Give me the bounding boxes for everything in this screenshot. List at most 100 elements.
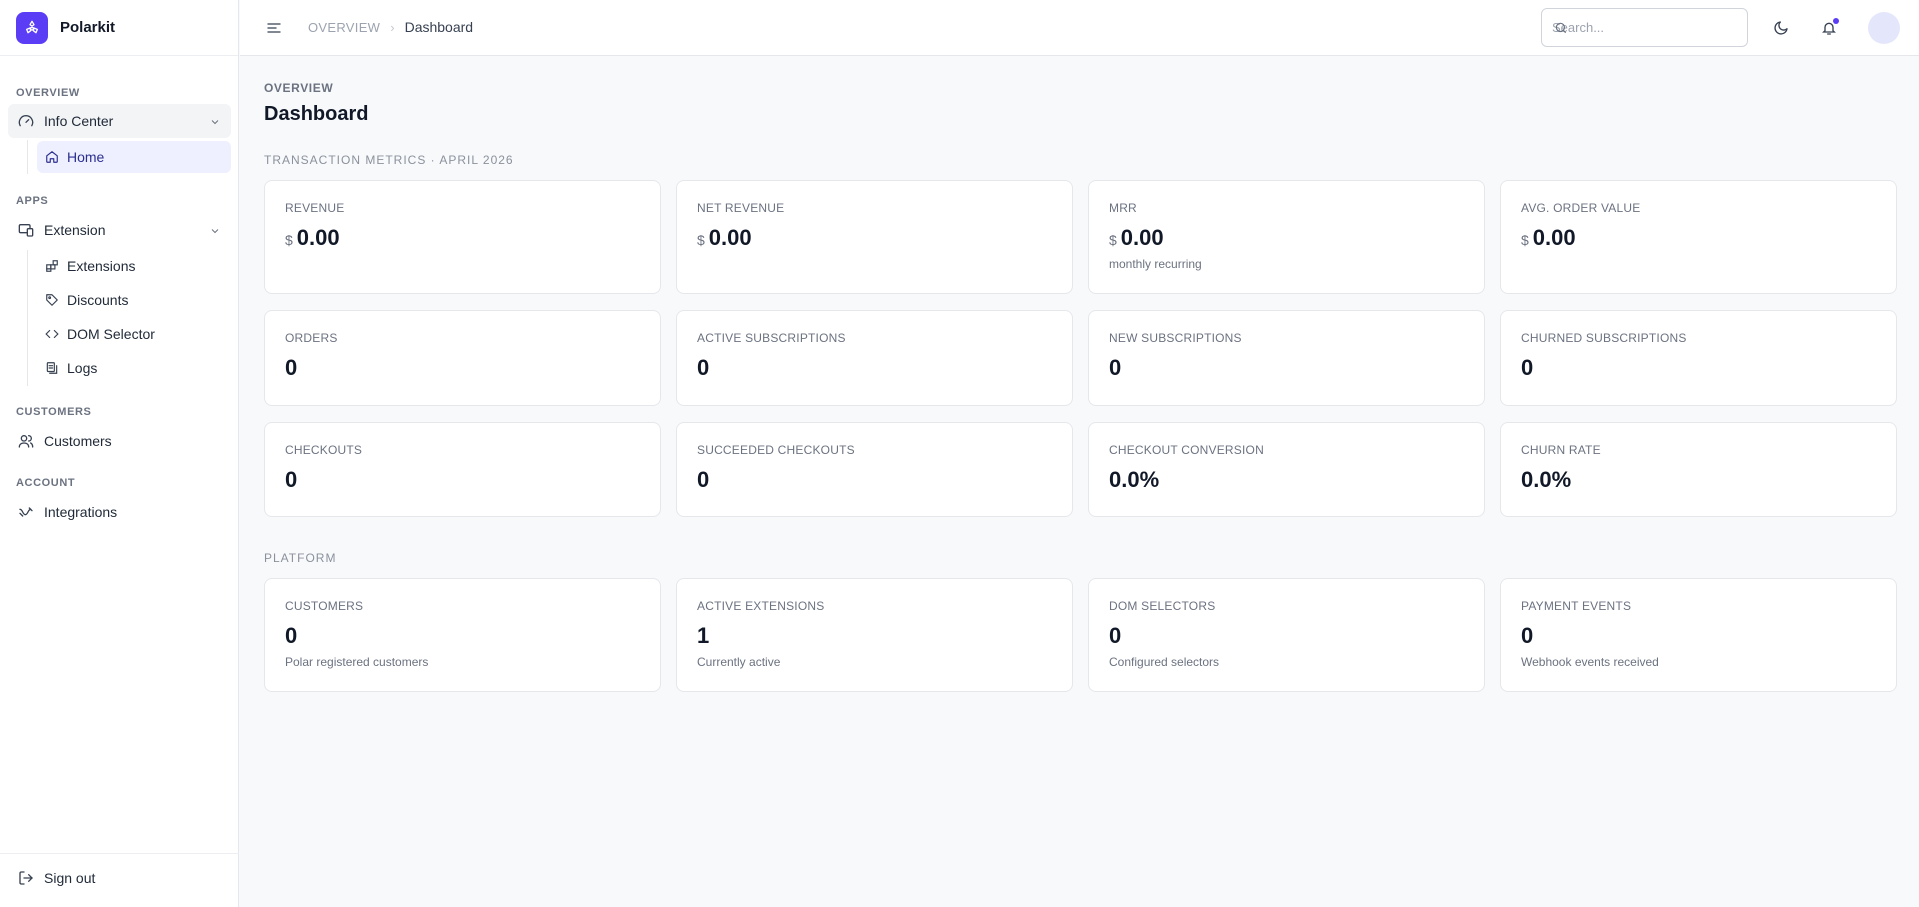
metric-label: CUSTOMERS — [285, 599, 364, 613]
metric-subtext: Configured selectors — [1109, 655, 1220, 669]
section-platform: PLATFORM — [264, 551, 337, 565]
metric-value: 0 — [285, 623, 298, 648]
metric-label: ACTIVE EXTENSIONS — [697, 599, 825, 613]
page-title: Dashboard — [264, 103, 369, 125]
metric-label: ACTIVE SUBSCRIPTIONS — [697, 331, 846, 345]
cable-icon — [18, 504, 34, 520]
sidebar-item-label: Integrations — [44, 504, 118, 520]
metric-card-churn-rate: CHURN RATE 0.0% — [1500, 422, 1897, 517]
sign-out-button[interactable]: Sign out — [8, 861, 231, 895]
section-customers: CUSTOMERS — [16, 406, 92, 418]
platform-card-dom-selectors: DOM SELECTORS 0 Configured selectors — [1088, 578, 1485, 692]
blocks-icon — [45, 259, 59, 273]
metric-label: MRR — [1109, 201, 1137, 215]
metric-card-mrr: MRR $0.00 monthly recurring — [1088, 180, 1485, 294]
monitor-phone-icon — [18, 222, 34, 238]
metric-value: 0 — [697, 355, 710, 380]
chevron-down-icon — [209, 115, 221, 131]
metric-value: 0 — [285, 355, 298, 380]
submenu-rail — [27, 250, 28, 386]
metric-subtext: monthly recurring — [1109, 257, 1202, 271]
search-input[interactable] — [1552, 20, 1722, 35]
sidebar-item-info-center[interactable]: Info Center — [8, 104, 231, 138]
metric-value: $0.00 — [285, 225, 340, 250]
sidebar-item-label: Home — [67, 149, 105, 165]
sidebar-item-label: Extension — [44, 222, 106, 238]
metric-label: CHECKOUT CONVERSION — [1109, 443, 1264, 457]
platform-card-payment-events: PAYMENT EVENTS 0 Webhook events received — [1500, 578, 1897, 692]
sidebar-item-integrations[interactable]: Integrations — [8, 495, 231, 529]
main-content: OVERVIEW Dashboard TRANSACTION METRICS ·… — [240, 57, 1919, 907]
metric-value: 1 — [697, 623, 710, 648]
breadcrumb: OVERVIEW › Dashboard — [308, 19, 473, 35]
metric-label: SUCCEEDED CHECKOUTS — [697, 443, 855, 457]
avatar[interactable] — [1868, 12, 1900, 44]
metric-card-active-subscriptions: ACTIVE SUBSCRIPTIONS 0 — [676, 310, 1073, 406]
metric-subtext: Webhook events received — [1521, 655, 1659, 669]
metric-value: 0 — [1521, 623, 1534, 648]
metric-label: CHURN RATE — [1521, 443, 1601, 457]
tag-icon — [45, 293, 59, 307]
submenu-rail — [27, 140, 28, 174]
metric-value: 0.0% — [1109, 467, 1160, 492]
metric-value: $0.00 — [697, 225, 752, 250]
code-icon — [45, 327, 59, 341]
metric-label: CHURNED SUBSCRIPTIONS — [1521, 331, 1687, 345]
sidebar-item-logs[interactable]: Logs — [37, 352, 231, 384]
search-icon — [1554, 21, 1568, 35]
brand-name: Polarkit — [60, 19, 116, 36]
metric-label: ORDERS — [285, 331, 338, 345]
sidebar-item-discounts[interactable]: Discounts — [37, 284, 231, 316]
metric-value: 0.0% — [1521, 467, 1572, 492]
platform-card-customers: CUSTOMERS 0 Polar registered customers — [264, 578, 661, 692]
breadcrumb-parent[interactable]: OVERVIEW — [308, 20, 380, 35]
metric-label: AVG. ORDER VALUE — [1521, 201, 1641, 215]
metric-label: NEW SUBSCRIPTIONS — [1109, 331, 1242, 345]
sidebar-item-label: Info Center — [44, 113, 114, 129]
metric-label: PAYMENT EVENTS — [1521, 599, 1632, 613]
log-out-icon — [18, 870, 34, 886]
metric-card-churned-subscriptions: CHURNED SUBSCRIPTIONS 0 — [1500, 310, 1897, 406]
sidebar-item-dom-selector[interactable]: DOM Selector — [37, 318, 231, 350]
metric-card-succeeded-checkouts: SUCCEEDED CHECKOUTS 0 — [676, 422, 1073, 517]
metric-value: 0 — [1109, 355, 1122, 380]
sidebar-item-label: Extensions — [67, 258, 136, 274]
section-overview: OVERVIEW — [16, 87, 80, 99]
sidebar-item-home[interactable]: Home — [37, 141, 231, 173]
sidebar-item-customers[interactable]: Customers — [8, 424, 231, 458]
gauge-icon — [18, 113, 34, 129]
moon-icon[interactable] — [1771, 18, 1791, 38]
sidebar-item-label: Discounts — [67, 292, 129, 308]
breadcrumb-current: Dashboard — [404, 19, 474, 35]
metric-label: CHECKOUTS — [285, 443, 363, 457]
section-apps: APPS — [16, 195, 49, 207]
metric-card-new-subscriptions: NEW SUBSCRIPTIONS 0 — [1088, 310, 1485, 406]
sidebar-item-extensions[interactable]: Extensions — [37, 250, 231, 282]
metric-subtext: Currently active — [697, 655, 781, 669]
section-account: ACCOUNT — [16, 477, 76, 489]
bell-icon[interactable] — [1819, 18, 1839, 38]
sidebar-item-extension[interactable]: Extension — [8, 213, 231, 247]
platform-card-active-extensions: ACTIVE EXTENSIONS 1 Currently active — [676, 578, 1073, 692]
metric-value: 0 — [285, 467, 298, 492]
users-icon — [18, 433, 34, 449]
sidebar-item-label: Customers — [44, 433, 112, 449]
search-box[interactable] — [1541, 8, 1748, 47]
menu-icon[interactable] — [266, 20, 282, 36]
home-icon — [45, 150, 59, 164]
metric-label: DOM SELECTORS — [1109, 599, 1216, 613]
logs-icon — [45, 361, 59, 375]
sidebar-item-label: DOM Selector — [67, 326, 155, 342]
metric-value: $0.00 — [1109, 225, 1164, 250]
metric-card-orders: ORDERS 0 — [264, 310, 661, 406]
brand[interactable]: Polarkit — [0, 0, 238, 56]
chevron-right-icon: › — [390, 19, 395, 35]
metric-label: NET REVENUE — [697, 201, 785, 215]
metric-value: 0 — [1109, 623, 1122, 648]
top-header: OVERVIEW › Dashboard — [240, 0, 1919, 56]
sidebar: Polarkit OVERVIEW Info Center Home APPS … — [0, 0, 239, 907]
sign-out-label: Sign out — [44, 870, 96, 886]
metric-value: $0.00 — [1521, 225, 1576, 250]
metric-card-net-revenue: NET REVENUE $0.00 — [676, 180, 1073, 294]
metric-value: 0 — [697, 467, 710, 492]
